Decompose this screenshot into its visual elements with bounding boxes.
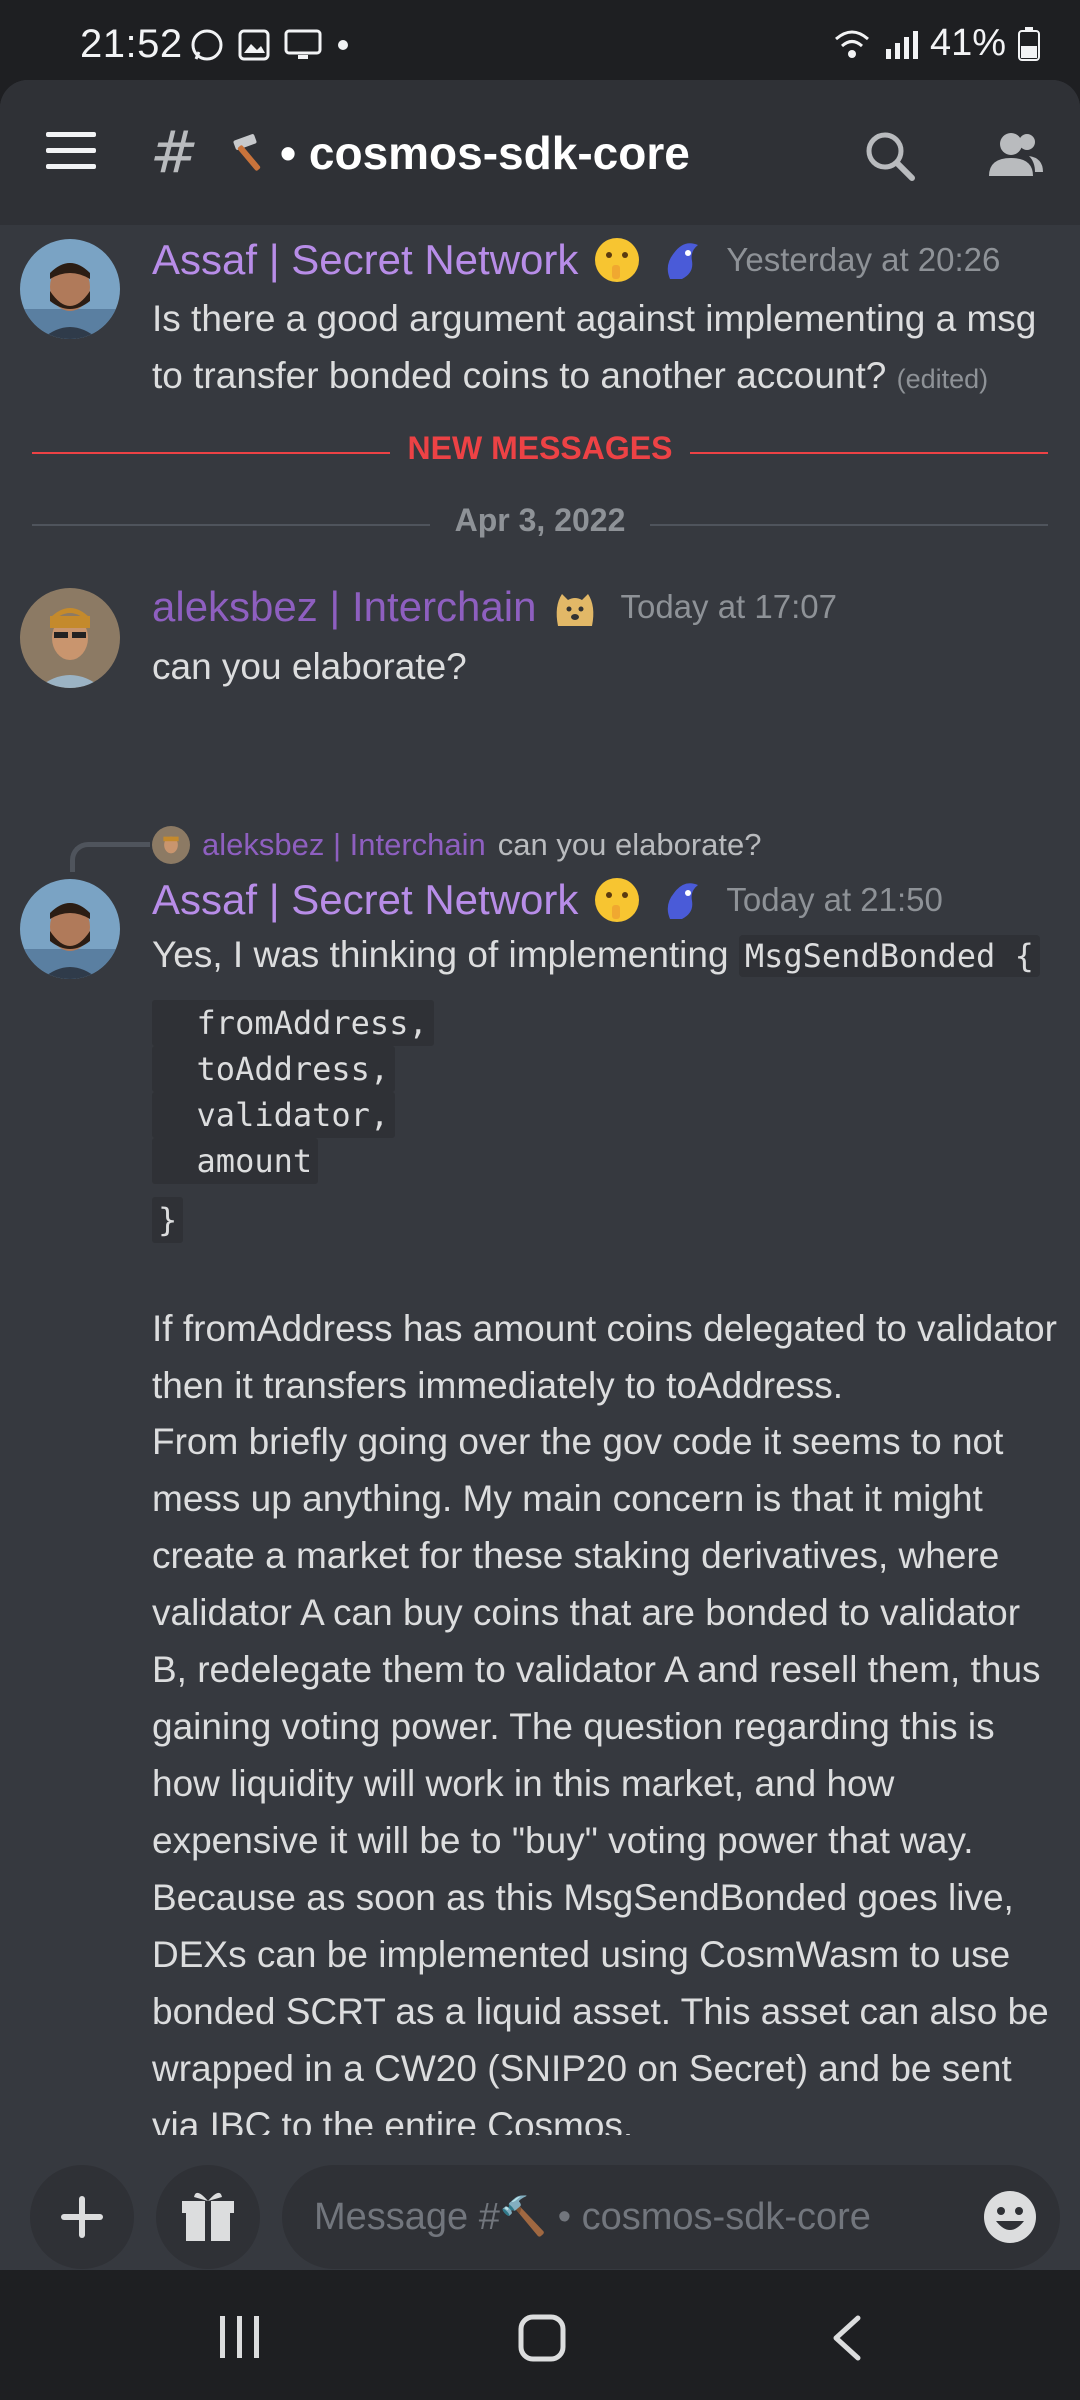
- avatar[interactable]: [20, 879, 120, 979]
- secret-network-badge-icon: [668, 883, 699, 919]
- avatar[interactable]: [20, 239, 120, 339]
- battery-icon: [1018, 26, 1040, 61]
- screen-icon: [284, 29, 322, 59]
- message-1[interactable]: Assaf | Secret Network Yesterday at 20:2…: [0, 235, 1080, 396]
- search-icon[interactable]: [862, 128, 918, 184]
- whatsapp-icon: [191, 29, 223, 61]
- gallery-icon: [238, 29, 270, 61]
- hammer-icon: [233, 134, 261, 171]
- author-name[interactable]: aleksbez | Interchain: [152, 583, 536, 631]
- code-line: toAddress,: [152, 1046, 396, 1092]
- reply-author[interactable]: aleksbez | Interchain: [202, 827, 486, 863]
- channel-hash-icon: #: [150, 118, 199, 186]
- code-line: validator,: [152, 1092, 396, 1138]
- system-nav-bar: [0, 2270, 1080, 2400]
- message-text: can you elaborate?: [152, 646, 467, 687]
- message-header: Assaf | Secret Network Yesterday at 20:2…: [152, 235, 1000, 285]
- plus-icon: [61, 2196, 103, 2238]
- avatar[interactable]: [20, 588, 120, 688]
- new-messages-divider: NEW MESSAGES: [32, 430, 1048, 466]
- message-input[interactable]: Message #🔨 • cosmos-sdk-core: [282, 2165, 1060, 2269]
- add-attachment-button[interactable]: [30, 2165, 134, 2269]
- reply-text: can you elaborate?: [497, 827, 762, 862]
- date-label: Apr 3, 2022: [454, 502, 626, 538]
- secret-network-badge-icon: [668, 243, 699, 279]
- code-inline: MsgSendBonded {: [738, 935, 1040, 977]
- discord-app: # • cosmos-sdk-core Assaf | Secret Netwo…: [0, 80, 1080, 2270]
- message-header: aleksbez | Interchain Today at 17:07: [152, 582, 837, 632]
- code-line: }: [152, 1197, 184, 1243]
- message-paragraph: If fromAddress has amount coins delegate…: [152, 1308, 1057, 1406]
- message-text: Is there a good argument against impleme…: [152, 298, 1037, 396]
- signal-icon: [885, 30, 918, 59]
- shushing-emoji-icon: [595, 238, 640, 282]
- gift-button[interactable]: [156, 2165, 260, 2269]
- message-placeholder: Message #🔨 • cosmos-sdk-core: [314, 2196, 871, 2238]
- code-line: fromAddress,: [152, 1000, 434, 1046]
- dot-icon: [338, 40, 348, 50]
- code-line: amount: [152, 1138, 319, 1184]
- gift-icon: [182, 2192, 234, 2241]
- reply-connector: [70, 842, 150, 872]
- status-time: 21:52: [80, 22, 183, 66]
- new-messages-label: NEW MESSAGES: [407, 430, 673, 466]
- reply-reference[interactable]: aleksbez | Interchain can you elaborate?: [152, 826, 761, 864]
- message-2[interactable]: aleksbez | Interchain Today at 17:07 can…: [0, 583, 1080, 698]
- timestamp: Today at 21:50: [726, 881, 943, 918]
- date-divider: Apr 3, 2022: [32, 502, 1048, 538]
- doge-emoji-icon: [557, 594, 594, 626]
- battery-percent: 41%: [929, 22, 1006, 64]
- status-notification-icons: [190, 28, 350, 62]
- status-system-icons: 41%: [832, 22, 1040, 65]
- home-icon[interactable]: [518, 2314, 566, 2362]
- recent-apps-icon[interactable]: [218, 2314, 262, 2360]
- message-intro: Yes, I was thinking of implementing MsgS…: [152, 926, 1062, 985]
- timestamp: Yesterday at 20:26: [726, 241, 1001, 278]
- channel-title[interactable]: • cosmos-sdk-core: [228, 126, 690, 180]
- members-icon[interactable]: [985, 126, 1045, 182]
- timestamp: Today at 17:07: [620, 588, 837, 625]
- message-header: Assaf | Secret Network Today at 21:50: [152, 875, 943, 925]
- message-paragraph: From briefly going over the gov code it …: [152, 1421, 1049, 2146]
- emoji-icon[interactable]: [982, 2189, 1038, 2245]
- author-name[interactable]: Assaf | Secret Network: [152, 876, 578, 924]
- message-composer: Message #🔨 • cosmos-sdk-core: [0, 2135, 1080, 2270]
- message-3[interactable]: Assaf | Secret Network Today at 21:50 Ye…: [0, 875, 1080, 2175]
- edited-label: (edited): [896, 364, 989, 394]
- back-icon[interactable]: [828, 2314, 864, 2362]
- wifi-icon: [834, 30, 869, 58]
- shushing-emoji-icon: [595, 878, 640, 922]
- menu-icon[interactable]: [46, 132, 96, 172]
- channel-name: • cosmos-sdk-core: [280, 127, 690, 179]
- channel-header: # • cosmos-sdk-core: [0, 80, 1080, 225]
- author-name[interactable]: Assaf | Secret Network: [152, 236, 578, 284]
- reply-avatar: [152, 826, 190, 864]
